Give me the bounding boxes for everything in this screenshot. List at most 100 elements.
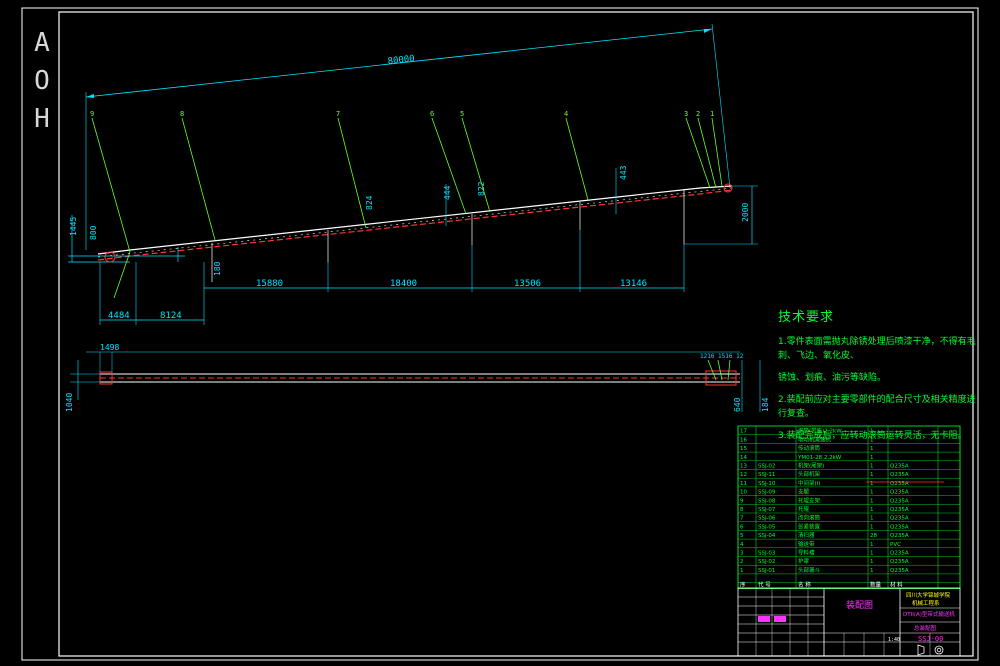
part-balloon: 7 [336,110,340,118]
bom-cell: 13 [740,464,747,470]
plan-dim-top: 1498 [100,343,119,352]
bom-cell: Q235A [890,516,909,522]
bom-cell: 17 [740,429,747,435]
dim-seg2: 18400 [390,279,417,289]
bom-cell: SSJ-11 [758,472,775,478]
plan-dim-left: 1040 [65,393,74,412]
dim-444: 444 [443,185,452,200]
bom-cell: 6 [740,524,744,530]
bom-cell: 中间架(I) [798,479,820,487]
bom-cell: SSJ-09 [758,490,776,496]
tech-title: 技术要求 [778,310,835,325]
bom-cell: 头部漏斗 [798,566,821,574]
bom-header-cell: 序 [740,581,746,589]
bom-header-cell: 名 称 [798,581,811,589]
side-letter: H [34,104,50,134]
bom-cell: 2 [740,559,744,565]
dim-left-a: 4484 [108,311,130,321]
bom-cell: 清扫器 [798,531,815,539]
plan-dim-r1: 640 [733,397,742,412]
part-balloon: 8 [180,110,184,118]
bom-cell: 15 [740,446,747,452]
product-line1: DTII(A)型带式输送机 [903,610,955,618]
bom-cell: Q235A [890,507,909,513]
drawing-name: 装配图 [846,599,873,611]
drawing-scale: 1:40 [888,637,900,643]
bom-cell: 1 [870,524,874,530]
bom-cell: Q235A [890,472,909,478]
bom-cell: 1 [740,568,744,574]
projection-symbol-icon [917,644,944,656]
part-balloon: 2 [696,110,700,118]
bom-cell: 1 [870,472,874,478]
bom-cell: 7 [740,516,744,522]
bom-cell: 张紧装置 [798,522,821,530]
dim-824: 824 [365,195,374,210]
drawing-number: SSJ-00 [918,635,943,643]
dim-left-b: 8124 [160,311,182,321]
bom-cell: 3 [740,551,744,557]
dim-443: 443 [619,165,628,180]
bom-cell: Q235A [890,524,909,530]
school-line1: 四川大学锦城学院 [906,591,951,599]
bom-header-cell: 代 号 [758,581,771,589]
bom-cell: 1 [870,507,874,513]
bom-cell: Q235A [890,568,909,574]
bom-cell: 1 [870,516,874,522]
side-letters: A O H [30,24,54,138]
tech-item: 2.装配前应对主要零部件的配合尺寸及相关精度进行复查。 [778,395,976,419]
bom-cell: SSJ-01 [758,568,775,574]
bom-cell: 10 [740,490,747,496]
bom-cell: YM01-28 2.2kW [797,455,842,461]
product-line2: 总装配图 [914,624,937,632]
bom-cell: Q235A [890,464,909,470]
bom-cell: PVC [890,542,901,548]
bom-cell: 输送带 [798,540,815,548]
bom-cell: 机架(尾架) [798,462,824,470]
bom-cell: 改向滚筒 [798,514,821,522]
bom-cell: SSJ-05 [758,524,776,530]
bom-cell: 8 [740,507,744,513]
bom-cell: 5 [740,533,744,539]
dim-180: 180 [213,261,222,276]
bom-cell: 12 [740,472,747,478]
bom-cell: 1 [870,568,874,574]
bom-cell: SSJ-07 [758,507,776,513]
bom-cell: 16 [740,437,747,443]
bom-cell: 托辊支架 [798,496,821,504]
bom-cell: Q235A [890,498,909,504]
bom-cell: 1 [870,559,874,565]
part-balloon: 4 [564,110,568,118]
belt-upper [97,185,733,255]
bom-cell: SSJ-02 [758,464,775,470]
bom-cell: SSJ-08 [758,498,776,504]
dim-seg1: 15880 [256,279,283,289]
bom-cell: 4 [740,542,744,548]
plan-dim-r2: 184 [761,397,770,412]
bom-cell: SSJ-02 [758,559,775,565]
school-line2: 机械工程系 [912,599,940,607]
part-leaders [91,117,723,299]
bom-cell: SSJ-10 [758,481,776,487]
side-letter: A [34,28,50,58]
tech-item: 1.零件表面需抛丸除锈处理后喷漆干净，不得有毛刺、飞边、氧化皮、 [778,337,976,361]
dim-seg4: 13146 [620,279,647,289]
technical-requirements: 技术要求 1.零件表面需抛丸除锈处理后喷漆干净，不得有毛刺、飞边、氧化皮、 锈蚀… [778,306,978,451]
bom-cell: Q235A [890,551,909,557]
bom-cell: 28 [870,533,877,539]
bom-cell: 1 [870,542,874,548]
bom-cell: SSJ-03 [758,551,776,557]
bom-cell: 9 [740,498,744,504]
elevation-view: 80000 15880 18400 13506 13146 4484 8124 [68,23,758,325]
bom-cell: 11 [740,481,747,487]
dim-800: 800 [89,225,98,240]
bom-cell: 1 [870,464,874,470]
bom-header-cell: 材 料 [890,581,903,589]
bom-cell: Q235A [890,559,909,565]
bom-cell: 1 [870,455,874,461]
bom-cell: 1 [870,498,874,504]
dim-1445: 1445 [69,217,78,236]
title-block: 装配图 四川大学锦城学院 机械工程系 DTII(A)型带式输送机 总装配图 SS… [737,587,961,657]
bom-cell: 护罩 [798,557,810,565]
bom-cell: 14 [740,455,747,461]
